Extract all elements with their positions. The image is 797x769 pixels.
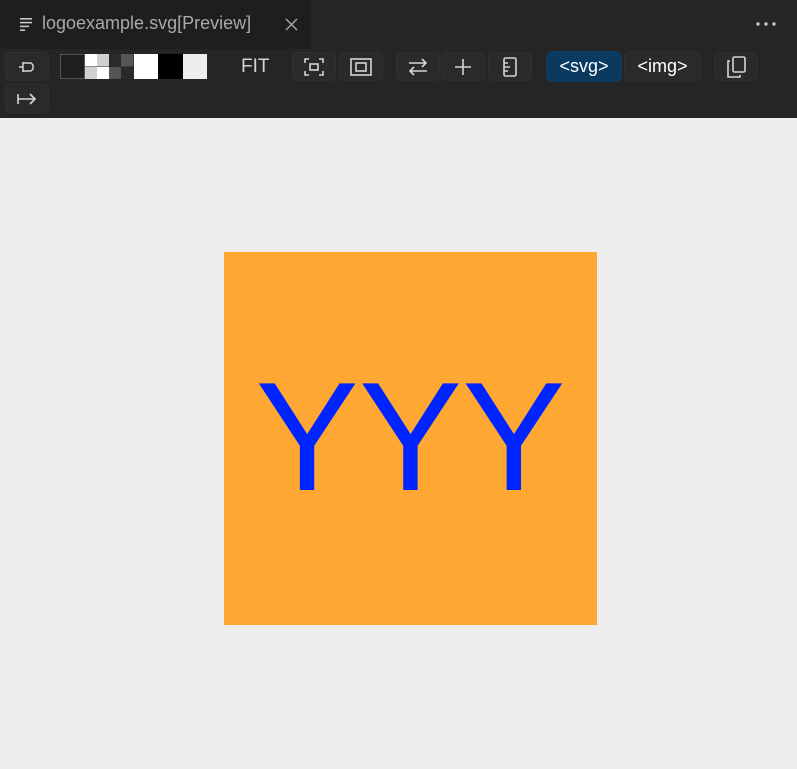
- preview-toolbar: FIT <svg> <img>: [0, 49, 797, 118]
- ruler-button[interactable]: [488, 52, 532, 81]
- img-mode-button[interactable]: <img>: [624, 51, 701, 82]
- copy-icon: [727, 55, 746, 78]
- preview-canvas: YYY: [0, 118, 797, 769]
- swatch-black[interactable]: [158, 54, 183, 79]
- swap-arrows-icon: [408, 57, 428, 76]
- tab-bar: logoexample.svg[Preview]: [0, 0, 797, 49]
- fit-content-icon: [304, 57, 324, 76]
- export-button[interactable]: [5, 84, 49, 113]
- fit-frame-button[interactable]: [339, 52, 383, 81]
- svg-preview-image: YYY: [224, 252, 597, 625]
- swatch-white[interactable]: [133, 54, 158, 79]
- tab-title: logoexample.svg[Preview]: [42, 13, 252, 33]
- fit-button[interactable]: FIT: [241, 56, 270, 78]
- svg-mode-button[interactable]: <svg>: [546, 51, 622, 82]
- pin-button[interactable]: [5, 52, 49, 81]
- ruler-icon: [503, 56, 517, 77]
- pin-icon: [19, 61, 34, 72]
- swatch-dark[interactable]: [60, 54, 85, 79]
- swatch-checker-dark[interactable]: [109, 54, 134, 79]
- arrow-to-right-icon: [17, 92, 37, 105]
- preview-text: YYY: [255, 350, 565, 523]
- more-actions-icon[interactable]: [754, 17, 778, 31]
- swatch-checker-light[interactable]: [84, 54, 109, 79]
- frame-icon: [350, 57, 372, 76]
- copy-button[interactable]: [714, 52, 758, 81]
- add-button[interactable]: [441, 52, 485, 81]
- close-icon[interactable]: [284, 17, 299, 32]
- editor-tab[interactable]: logoexample.svg[Preview]: [0, 0, 311, 49]
- swap-button[interactable]: [396, 52, 440, 81]
- fit-content-button[interactable]: [292, 52, 336, 81]
- lines-file-icon: [20, 18, 32, 31]
- swatch-light-gray[interactable]: [182, 54, 207, 79]
- background-swatches: [60, 54, 207, 79]
- plus-icon: [455, 58, 471, 75]
